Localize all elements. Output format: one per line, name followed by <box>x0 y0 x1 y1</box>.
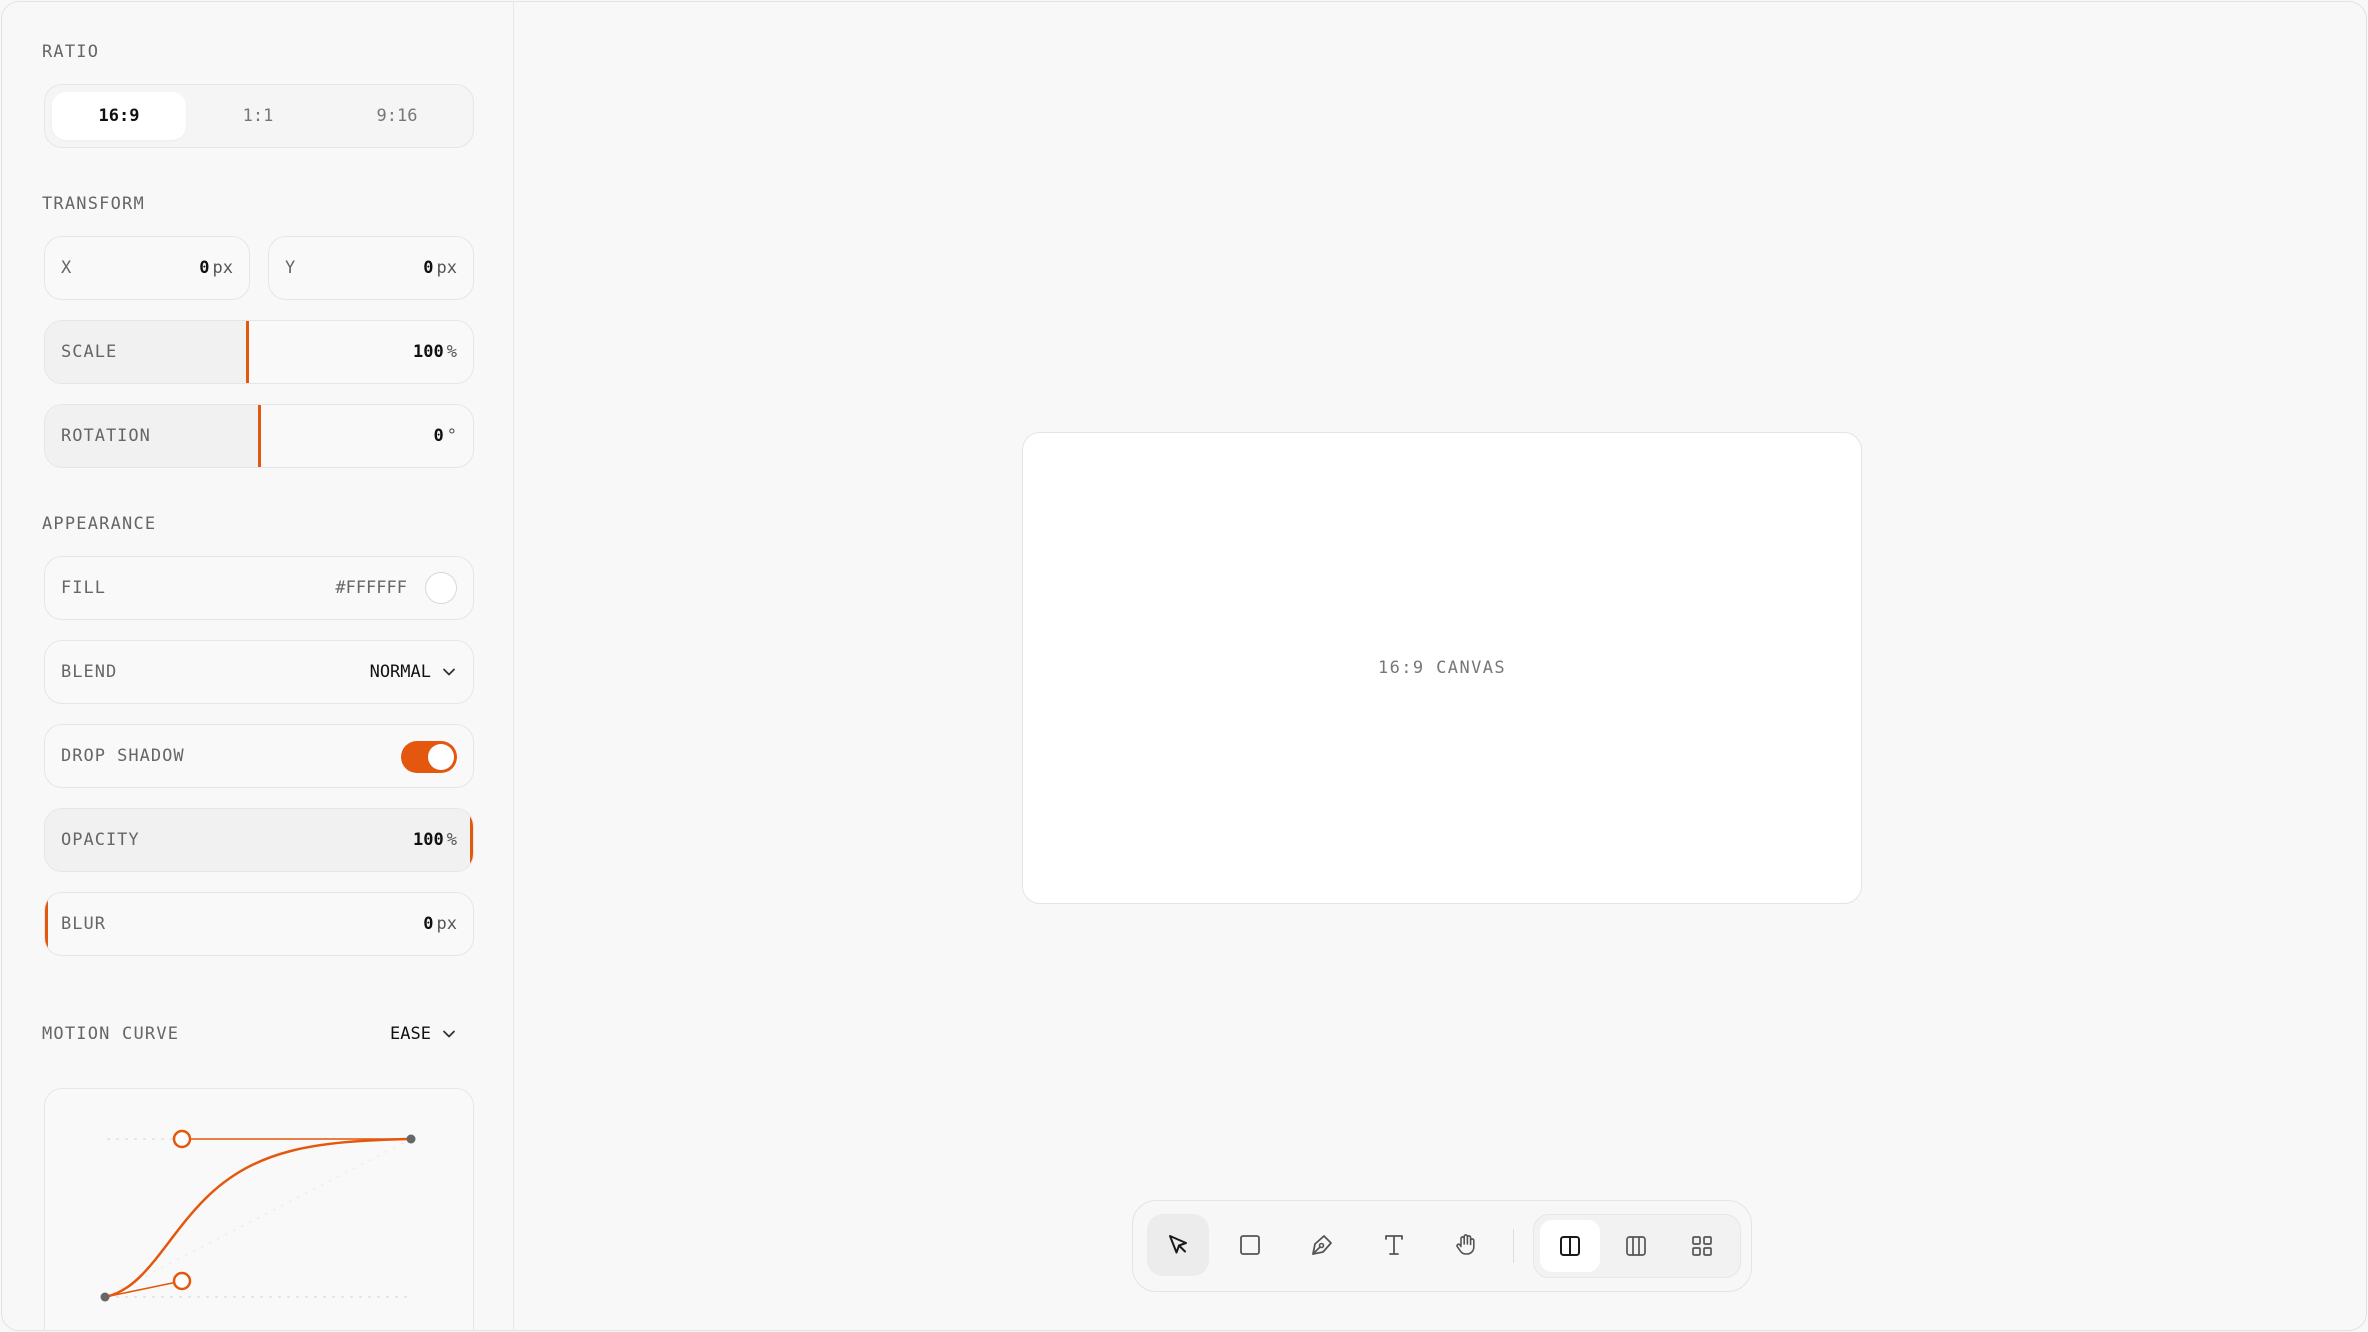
toolbar-divider <box>1513 1229 1514 1263</box>
ratio-option-16-9[interactable]: 16:9 <box>52 92 186 140</box>
text-icon <box>1385 1235 1403 1255</box>
fill-label: FILL <box>61 578 106 598</box>
opacity-slider[interactable]: OPACITY 100% <box>44 808 474 872</box>
artboard-canvas[interactable]: 16:9 CANVAS <box>1022 432 1862 904</box>
chevron-down-icon <box>443 1030 455 1038</box>
bottom-toolbar <box>1132 1200 1752 1292</box>
y-value-wrap: 0 px <box>423 237 457 299</box>
opacity-value-wrap: 100% <box>413 809 457 871</box>
hand-icon <box>1456 1234 1475 1255</box>
pen-tool-button[interactable] <box>1291 1214 1353 1276</box>
grid-view-icon <box>1692 1236 1712 1256</box>
appearance-section-title: APPEARANCE <box>42 514 157 534</box>
blend-value-wrap: NORMAL <box>370 641 457 703</box>
scale-label: SCALE <box>61 342 118 362</box>
motion-curve-value: EASE <box>390 1024 431 1044</box>
fill-hex-value[interactable]: #FFFFFF <box>335 557 407 619</box>
scale-value-wrap: 100% <box>413 321 457 383</box>
ratio-option-9-16[interactable]: 9:16 <box>330 92 464 140</box>
grid-view-button[interactable] <box>1672 1220 1732 1272</box>
blend-value: NORMAL <box>369 662 431 682</box>
blur-slider[interactable]: BLUR 0 px <box>44 892 474 956</box>
opacity-unit: % <box>446 830 457 850</box>
pointer-tool-button[interactable] <box>1147 1214 1209 1276</box>
pointer-icon <box>1169 1235 1187 1254</box>
rotation-slider[interactable]: ROTATION 0 ° <box>44 404 474 468</box>
curve-end-point <box>406 1134 416 1144</box>
rotation-label: ROTATION <box>61 426 151 446</box>
rotation-slider-handle[interactable] <box>258 405 261 467</box>
fill-field[interactable]: FILL #FFFFFF <box>44 556 474 620</box>
y-label: Y <box>285 258 297 278</box>
control-point-1-handle[interactable] <box>172 1271 192 1291</box>
ratio-segmented-control: 16:9 1:1 9:16 <box>44 84 474 148</box>
rotation-value: 0 <box>433 426 444 446</box>
blur-label: BLUR <box>61 914 106 934</box>
rectangle-tool-button[interactable] <box>1219 1214 1281 1276</box>
hand-tool-button[interactable] <box>1435 1214 1497 1276</box>
properties-sidebar: RATIO 16:9 1:1 9:16 TRANSFORM X 0 px Y 0p… <box>2 2 514 1330</box>
opacity-slider-handle[interactable] <box>470 809 473 871</box>
ratio-section-title: RATIO <box>42 42 100 62</box>
scale-unit: % <box>446 342 457 362</box>
split-view-icon <box>1560 1236 1580 1256</box>
blend-select[interactable]: BLEND NORMAL <box>44 640 474 704</box>
y-position-field[interactable]: Y 0 px <box>268 236 474 300</box>
blur-slider-handle[interactable] <box>45 893 48 955</box>
y-unit: px <box>436 258 457 278</box>
scale-slider-handle[interactable] <box>246 321 249 383</box>
rectangle-icon <box>1240 1235 1260 1255</box>
scale-slider[interactable]: SCALE 100% <box>44 320 474 384</box>
x-label: X <box>61 258 73 278</box>
app-window: RATIO 16:9 1:1 9:16 TRANSFORM X 0 px Y 0p… <box>1 1 2367 1331</box>
split-view-button[interactable] <box>1540 1220 1600 1272</box>
x-value: 0 <box>199 258 210 278</box>
drop-shadow-field: DROP SHADOW <box>44 724 474 788</box>
motion-curve-editor <box>44 1088 474 1330</box>
opacity-value: 100 <box>413 830 444 850</box>
transform-section-title: TRANSFORM <box>42 194 145 214</box>
canvas-label: 16:9 CANVAS <box>1378 658 1506 678</box>
motion-curve-title: MOTION CURVE <box>42 1024 180 1044</box>
x-unit: px <box>212 258 233 278</box>
pen-icon <box>1312 1235 1332 1255</box>
rotation-value-wrap: 0 ° <box>434 405 458 467</box>
drop-shadow-toggle[interactable] <box>401 741 457 773</box>
rotation-unit: ° <box>446 426 457 446</box>
chevron-down-icon <box>443 668 455 676</box>
curve-start-point <box>100 1292 110 1302</box>
x-value-wrap: 0 px <box>199 237 233 299</box>
fill-color-swatch[interactable] <box>425 572 457 604</box>
drop-shadow-label: DROP SHADOW <box>61 746 185 766</box>
opacity-label: OPACITY <box>61 830 140 850</box>
ratio-option-1-1[interactable]: 1:1 <box>191 92 325 140</box>
toggle-knob <box>428 744 454 770</box>
text-tool-button[interactable] <box>1363 1214 1425 1276</box>
y-value: 0 <box>423 258 434 278</box>
columns-view-icon <box>1626 1236 1646 1256</box>
blend-label: BLEND <box>61 662 118 682</box>
bezier-curve-graph <box>100 1129 416 1302</box>
x-position-field[interactable]: X 0 px <box>44 236 250 300</box>
blur-value-wrap: 0 px <box>423 893 457 955</box>
blur-unit: px <box>436 914 457 934</box>
motion-curve-select[interactable]: EASE <box>390 1024 457 1044</box>
blur-value: 0 <box>423 914 434 934</box>
view-mode-group <box>1533 1214 1741 1278</box>
scale-value: 100 <box>413 342 444 362</box>
columns-view-button[interactable] <box>1606 1220 1666 1272</box>
control-point-2-handle[interactable] <box>172 1129 192 1149</box>
